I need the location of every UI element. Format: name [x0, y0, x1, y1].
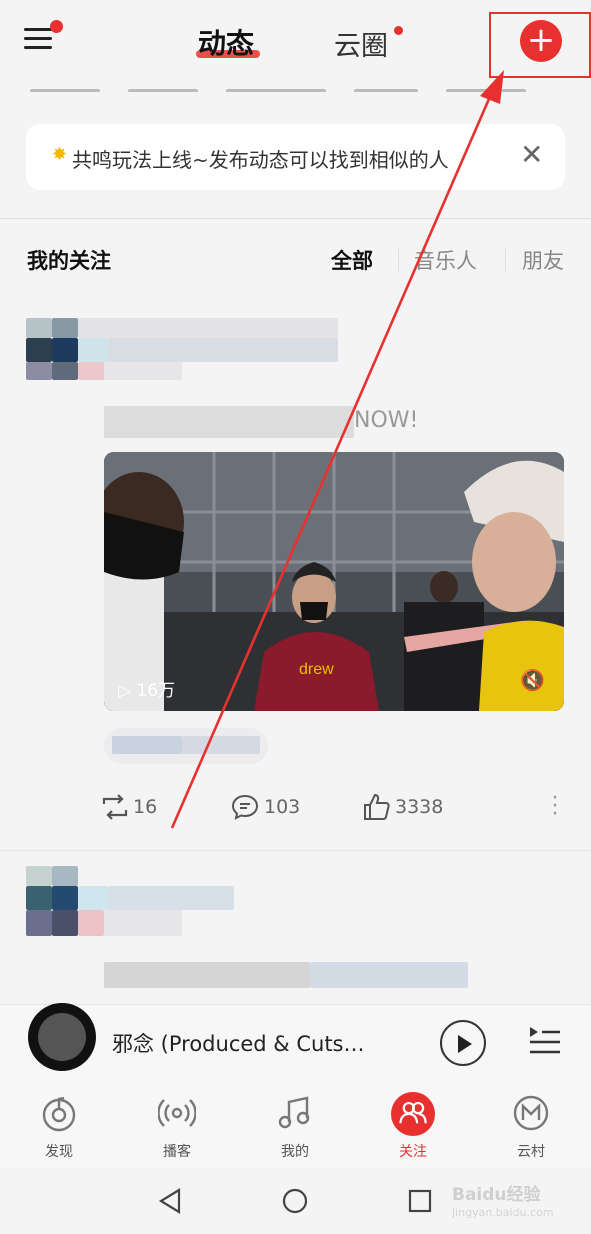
follow-section-title: 我的关注 [27, 249, 111, 273]
like-icon[interactable] [362, 792, 392, 822]
video-frame-illustration: drew [104, 452, 564, 711]
podcast-icon [158, 1099, 196, 1127]
nav-mine[interactable]: 我的 [255, 1094, 335, 1164]
filter-musician[interactable]: 音乐人 [414, 245, 477, 275]
tab-cloud-circle[interactable]: 云圈 [334, 24, 388, 63]
nav-label: 云村 [517, 1144, 545, 1160]
filter-separator [398, 249, 399, 271]
announcement-banner[interactable]: ✸ 共鸣玩法上线~发布动态可以找到相似的人 ✕ [26, 124, 565, 190]
nav-label: 发现 [45, 1144, 73, 1160]
video-play-count: ▷ 16万 [118, 681, 176, 701]
comment-count: 103 [264, 796, 301, 818]
watermark-url: jingyan.baidu.com [452, 1206, 554, 1219]
watermark-brand: Baidu经验 [452, 1185, 541, 1205]
tab-dynamic[interactable]: 动态 [198, 22, 254, 62]
cloud-village-icon [513, 1095, 549, 1131]
post-video-thumbnail[interactable]: drew [104, 452, 564, 711]
discover-icon [42, 1096, 76, 1132]
filter-all[interactable]: 全部 [331, 245, 373, 275]
section-divider [0, 218, 591, 219]
announcement-text: 共鸣玩法上线~发布动态可以找到相似的人 [72, 148, 449, 172]
play-icon [458, 1035, 472, 1053]
nav-label: 关注 [399, 1144, 427, 1160]
sparkle-icon: ✸ [52, 144, 68, 165]
nav-podcast[interactable]: 播客 [137, 1094, 217, 1164]
nav-label: 我的 [281, 1144, 309, 1160]
home-icon[interactable] [282, 1188, 308, 1214]
annotation-highlight-box [489, 12, 591, 78]
filter-separator [505, 249, 506, 271]
repost-count: 16 [133, 796, 158, 818]
nav-follow[interactable]: 关注 [373, 1092, 453, 1164]
follow-icon [399, 1101, 427, 1124]
play-count-value: 16万 [136, 681, 176, 701]
music-note-icon [278, 1096, 310, 1129]
svg-text:drew: drew [299, 661, 334, 678]
post-caption-fragment: NOW! [354, 408, 419, 433]
filter-friends[interactable]: 朋友 [522, 245, 564, 275]
tab-unread-dot [394, 26, 403, 35]
comment-icon[interactable] [230, 792, 260, 822]
play-button[interactable] [440, 1020, 486, 1066]
like-count: 3338 [395, 796, 444, 818]
nav-discover[interactable]: 发现 [19, 1094, 99, 1164]
close-icon[interactable]: ✕ [520, 141, 543, 169]
now-playing-title[interactable]: 邪念 (Produced & Cuts… [112, 1028, 422, 1058]
back-icon[interactable] [158, 1188, 182, 1214]
nav-label: 播客 [163, 1144, 191, 1160]
album-art [38, 1013, 86, 1061]
nav-cloud-village[interactable]: 云村 [491, 1094, 571, 1164]
topic-strip-blurred [30, 78, 570, 92]
playlist-icon[interactable] [528, 1024, 562, 1058]
recents-icon[interactable] [408, 1189, 432, 1213]
app-screen: 动态 云圈 + ✸ 共鸣玩法上线~发布动态可以找到相似的人 ✕ 我的关注 全部 … [0, 0, 591, 1234]
post-divider [0, 850, 591, 851]
more-options-icon[interactable]: · · · [550, 788, 560, 826]
notification-dot [50, 20, 63, 33]
repost-icon[interactable] [100, 792, 130, 822]
mute-icon[interactable]: 🔇 [520, 668, 545, 692]
